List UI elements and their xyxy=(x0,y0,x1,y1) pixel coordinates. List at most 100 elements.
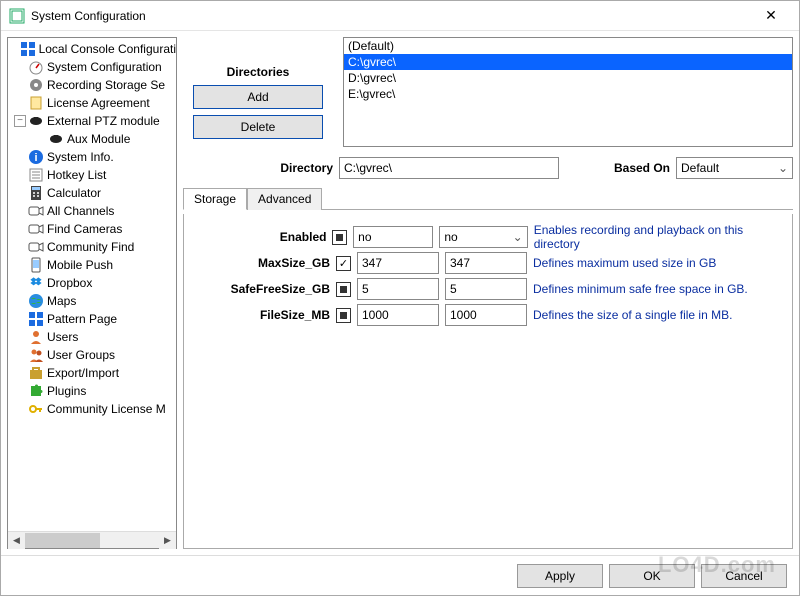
tree-item[interactable]: Hotkey List xyxy=(8,166,176,184)
delete-button[interactable]: Delete xyxy=(193,115,323,139)
row-value-input[interactable]: 1000 xyxy=(445,304,527,326)
tree-item[interactable]: System Configuration xyxy=(8,58,176,76)
users-icon xyxy=(28,347,44,363)
window-frame: System Configuration ✕ Local Console Con… xyxy=(0,0,800,596)
tree-item-label: Community License M xyxy=(47,402,166,416)
tree-item-label: System Info. xyxy=(47,150,114,164)
row-checkbox[interactable] xyxy=(336,282,351,297)
scroll-icon xyxy=(28,95,44,111)
camlight-icon xyxy=(28,239,44,255)
add-button[interactable]: Add xyxy=(193,85,323,109)
tree-collapse-icon[interactable]: − xyxy=(14,115,26,127)
directory-list-item[interactable]: C:\gvrec\ xyxy=(344,54,792,70)
tree-item-label: User Groups xyxy=(47,348,115,362)
tree-item[interactable]: Users xyxy=(8,328,176,346)
row-label: SafeFreeSize_GB xyxy=(190,282,330,296)
storage-row: MaxSize_GB 347 347 Defines maximum used siz… xyxy=(190,250,786,276)
apply-button[interactable]: Apply xyxy=(517,564,603,588)
tree-item[interactable]: i System Info. xyxy=(8,148,176,166)
tree-item[interactable]: Find Cameras xyxy=(8,220,176,238)
row-label: FileSize_MB xyxy=(190,308,330,322)
dropbox-icon xyxy=(28,275,44,291)
storage-row: FileSize_MB10001000Defines the size of a… xyxy=(190,302,786,328)
cam-icon xyxy=(28,113,44,129)
directory-list-item[interactable]: D:\gvrec\ xyxy=(344,70,792,86)
tree-item[interactable]: Recording Storage Se xyxy=(8,76,176,94)
directories-controls: Directories Add Delete xyxy=(183,37,333,147)
tree-item-label: Plugins xyxy=(47,384,86,398)
tree-item[interactable]: Dropbox xyxy=(8,274,176,292)
tree: Local Console Configurati System Configu… xyxy=(8,38,176,531)
row-value-input[interactable]: 347 xyxy=(357,252,439,274)
tree-item-label: Calculator xyxy=(47,186,101,200)
window-close-button[interactable]: ✕ xyxy=(751,7,791,24)
tree-item[interactable]: User Groups xyxy=(8,346,176,364)
reel-icon xyxy=(28,77,44,93)
tree-item[interactable]: Community Find xyxy=(8,238,176,256)
tree-item-label: Community Find xyxy=(47,240,134,254)
tree-item-label: Export/Import xyxy=(47,366,119,380)
row-value-input[interactable]: 5 xyxy=(445,278,527,300)
scroll-thumb[interactable] xyxy=(25,533,100,548)
row-value-input[interactable]: 1000 xyxy=(357,304,439,326)
directory-input[interactable] xyxy=(339,157,559,179)
scroll-left-arrow[interactable]: ◀ xyxy=(8,532,25,549)
directory-row: Directory Based On Default xyxy=(183,157,793,179)
row-description: Defines maximum used size in GB xyxy=(533,256,716,270)
user-icon xyxy=(28,329,44,345)
row-value-input[interactable]: 347 xyxy=(445,252,527,274)
row-description: Enables recording and playback on this d… xyxy=(534,223,786,251)
row-checkbox[interactable] xyxy=(332,230,347,245)
tree-item[interactable]: − External PTZ module xyxy=(8,112,176,130)
tree-item[interactable]: Plugins xyxy=(8,382,176,400)
tree-root[interactable]: Local Console Configurati xyxy=(8,40,176,58)
tab-storage[interactable]: Storage xyxy=(183,188,247,210)
directory-list-item[interactable]: (Default) xyxy=(344,38,792,54)
row-checkbox[interactable] xyxy=(336,256,351,271)
titlebar: System Configuration ✕ xyxy=(1,1,799,31)
tree-item-label: External PTZ module xyxy=(47,114,160,128)
info-icon: i xyxy=(28,149,44,165)
tree-item-label: Mobile Push xyxy=(47,258,113,272)
row-checkbox[interactable] xyxy=(336,308,351,323)
row-label: Enabled xyxy=(190,230,326,244)
row-label: MaxSize_GB xyxy=(190,256,330,270)
app-icon xyxy=(9,8,25,24)
tree-item-label: Pattern Page xyxy=(47,312,117,326)
tree-item[interactable]: Community License M xyxy=(8,400,176,418)
row-value2: no xyxy=(444,230,457,244)
tree-item-label: Users xyxy=(47,330,78,344)
row-value-input[interactable]: no xyxy=(353,226,433,248)
gauge-icon xyxy=(28,59,44,75)
tree-item[interactable]: Maps xyxy=(8,292,176,310)
tree-item[interactable]: All Channels xyxy=(8,202,176,220)
tree-item-label: Find Cameras xyxy=(47,222,122,236)
tree-item[interactable]: Calculator xyxy=(8,184,176,202)
tree-item[interactable]: Export/Import xyxy=(8,364,176,382)
watermark: LO4D.com xyxy=(658,552,776,578)
tree-item-label: Maps xyxy=(47,294,76,308)
tab-advanced[interactable]: Advanced xyxy=(247,188,322,210)
tree-item[interactable]: Aux Module xyxy=(8,130,176,148)
main-panel: Directories Add Delete (Default)C:\gvrec… xyxy=(183,37,793,549)
globe-icon xyxy=(28,293,44,309)
calc-icon xyxy=(28,185,44,201)
tree-item-label: Dropbox xyxy=(47,276,92,290)
tree-item[interactable]: Pattern Page xyxy=(8,310,176,328)
based-on-select[interactable]: Default xyxy=(676,157,793,179)
gearbox-icon xyxy=(28,365,44,381)
scroll-right-arrow[interactable]: ▶ xyxy=(159,532,176,549)
row-value-select[interactable]: no xyxy=(439,226,527,248)
directory-list-item[interactable]: E:\gvrec\ xyxy=(344,86,792,102)
based-on-label: Based On xyxy=(565,161,670,175)
directory-label: Directory xyxy=(183,161,333,175)
directories-listbox[interactable]: (Default)C:\gvrec\D:\gvrec\E:\gvrec\ xyxy=(343,37,793,147)
tree-item-label: Recording Storage Se xyxy=(47,78,165,92)
storage-row: Enabled nono Enables recording and playbac… xyxy=(190,224,786,250)
tree-item[interactable]: Mobile Push xyxy=(8,256,176,274)
sidebar-h-scrollbar[interactable]: ◀ ▶ xyxy=(8,531,176,548)
row-value-input[interactable]: 5 xyxy=(357,278,439,300)
tree-item[interactable]: License Agreement xyxy=(8,94,176,112)
svg-text:i: i xyxy=(34,152,37,164)
tree-item-label: System Configuration xyxy=(47,60,162,74)
